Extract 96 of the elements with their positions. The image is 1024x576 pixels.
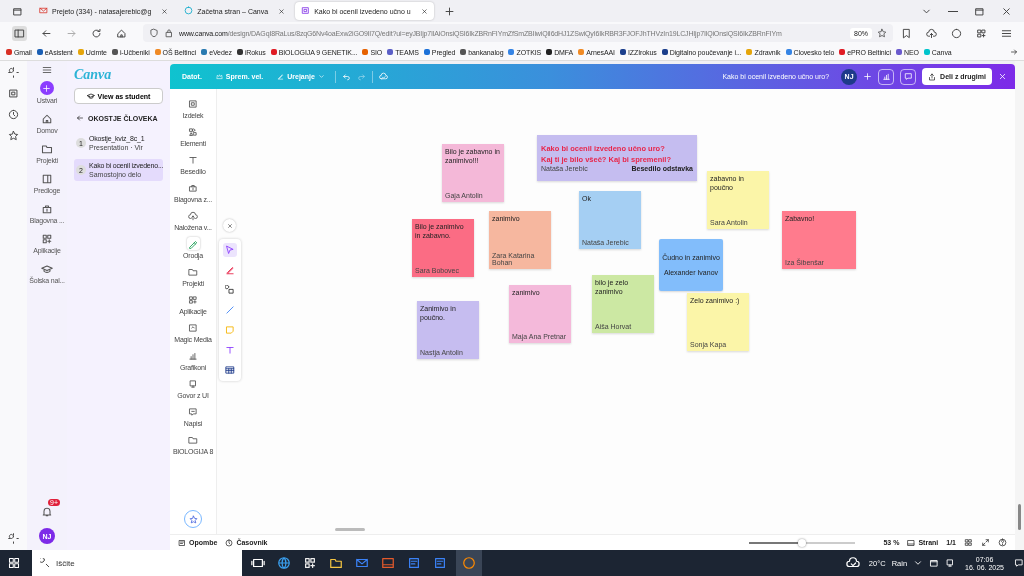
comment-icon <box>903 72 913 81</box>
taskbar-search[interactable]: Iščite <box>32 550 242 576</box>
text-icon <box>188 154 198 165</box>
crown-icon <box>215 73 223 80</box>
shapes-icon <box>225 285 235 295</box>
close-icon[interactable] <box>278 7 286 15</box>
comment-button[interactable] <box>900 68 917 85</box>
chart-icon <box>188 350 198 361</box>
pen-icon <box>225 265 235 275</box>
folder-icon <box>188 266 198 277</box>
caret-icon <box>317 73 325 80</box>
notification-icon[interactable] <box>1014 558 1024 568</box>
grid-icon[interactable] <box>964 538 973 547</box>
extensions-icon[interactable] <box>976 27 987 39</box>
elements-icon <box>188 126 198 137</box>
home-icon[interactable] <box>41 113 53 125</box>
bookmark-star-icon[interactable] <box>877 28 887 38</box>
fullscreen-icon[interactable] <box>981 538 990 547</box>
store-icon[interactable] <box>303 556 317 570</box>
create-button[interactable] <box>40 81 54 95</box>
network-icon[interactable] <box>929 558 940 568</box>
graduation-cap-icon <box>86 92 95 100</box>
zoom-slider[interactable] <box>749 541 856 544</box>
captions-icon <box>188 406 198 417</box>
insights-button[interactable] <box>878 68 895 85</box>
table-icon <box>225 365 235 375</box>
mail-icon[interactable] <box>355 556 369 570</box>
select-icon <box>225 245 235 255</box>
pencil-icon <box>277 73 285 80</box>
close-button[interactable] <box>223 219 236 232</box>
text-icon <box>225 345 235 355</box>
brand-icon <box>188 182 198 193</box>
new-tab-icon[interactable] <box>443 5 455 17</box>
help-icon[interactable] <box>998 538 1007 547</box>
palette-tool[interactable] <box>223 303 237 317</box>
speech-icon <box>188 378 198 389</box>
browser-icon[interactable] <box>277 556 291 570</box>
collapse-menu-icon[interactable] <box>42 65 52 75</box>
task-view-icon[interactable] <box>251 556 265 570</box>
palette-tool[interactable] <box>223 243 237 257</box>
note-icon <box>178 538 186 547</box>
upload-icon <box>188 210 198 221</box>
share-icon <box>928 72 937 81</box>
account-icon[interactable] <box>951 27 962 39</box>
stopwatch-icon <box>225 538 234 547</box>
line-icon <box>225 305 235 315</box>
palette-tool[interactable] <box>223 283 237 297</box>
tabs-icon[interactable] <box>8 88 19 99</box>
mail-icon <box>39 6 48 15</box>
close-icon[interactable] <box>161 7 169 15</box>
weather-icon[interactable] <box>845 556 860 570</box>
template-icon[interactable] <box>41 173 53 185</box>
close-icon[interactable] <box>420 7 428 15</box>
close-icon[interactable] <box>998 72 1007 81</box>
sparkle-icon <box>188 514 198 524</box>
school-icon[interactable] <box>41 263 53 275</box>
add-person-icon[interactable] <box>863 72 873 81</box>
scrollbar[interactable] <box>335 528 365 531</box>
home-icon[interactable] <box>116 27 127 39</box>
notepad-icon[interactable] <box>407 556 421 570</box>
folder-icon[interactable] <box>329 556 343 570</box>
apps-icon <box>188 294 198 305</box>
history-icon[interactable] <box>8 109 19 120</box>
taskbar-app[interactable] <box>456 550 482 576</box>
magic-icon <box>188 322 198 333</box>
bar-chart-icon <box>881 72 891 81</box>
close-icon[interactable] <box>1001 5 1012 17</box>
slider-thumb[interactable] <box>798 538 807 547</box>
design-icon <box>188 98 198 109</box>
plus-icon <box>42 83 52 93</box>
lock-icon <box>164 28 174 38</box>
shield-icon <box>149 28 159 38</box>
brand-icon[interactable] <box>41 203 53 215</box>
back-icon[interactable] <box>41 27 52 39</box>
sidebar-icon[interactable] <box>12 25 27 41</box>
palette-tool[interactable] <box>223 363 237 377</box>
apps-icon[interactable] <box>41 233 53 245</box>
menu-icon[interactable] <box>1001 27 1012 39</box>
restore-icon[interactable] <box>974 5 985 17</box>
document-icon[interactable] <box>433 556 447 570</box>
pages-icon <box>907 538 916 547</box>
sticky-icon <box>225 325 235 335</box>
scrollbar[interactable] <box>1018 504 1021 530</box>
windows-start-icon[interactable] <box>8 557 20 569</box>
draw-icon <box>188 238 198 249</box>
folder-icon <box>188 434 198 445</box>
close-icon <box>226 222 233 229</box>
tab-overview-icon[interactable] <box>12 5 23 17</box>
reload-icon[interactable] <box>91 27 102 39</box>
back-arrow-icon[interactable] <box>76 114 84 122</box>
folder-icon[interactable] <box>41 143 53 155</box>
caret-icon[interactable] <box>913 558 924 568</box>
presentation-icon[interactable] <box>381 556 395 570</box>
more-bookmarks-icon[interactable] <box>1010 48 1018 56</box>
bookmarks-icon[interactable] <box>8 130 19 141</box>
bell-icon[interactable] <box>41 506 53 518</box>
